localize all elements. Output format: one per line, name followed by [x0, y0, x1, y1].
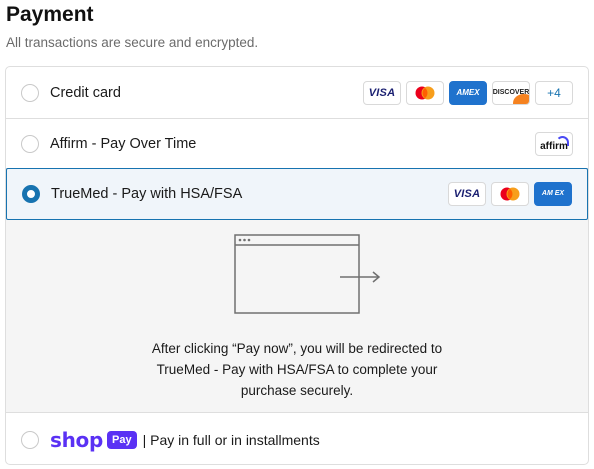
redirect-message: After clicking “Pay now”, you will be re… — [151, 341, 443, 398]
payment-option-truemed[interactable]: TrueMed - Pay with HSA/FSA VISA AM EX — [6, 168, 588, 220]
page-title: Payment — [6, 3, 94, 26]
payment-option-affirm[interactable]: Affirm - Pay Over Time affirm — [6, 119, 588, 169]
truemed-radio[interactable] — [22, 185, 40, 203]
payment-option-shop-pay[interactable]: shop Pay | Pay in full or in installment… — [6, 413, 588, 464]
affirm-label: Affirm - Pay Over Time — [50, 135, 197, 152]
truemed-label: TrueMed - Pay with HSA/FSA — [51, 186, 243, 202]
truemed-card-brands: VISA AM EX — [448, 182, 572, 206]
mastercard-icon — [491, 182, 529, 206]
truemed-redirect-panel: After clicking “Pay now”, you will be re… — [6, 220, 588, 413]
more-cards-badge: +4 — [535, 80, 573, 105]
credit-card-brands: VISA AMEX DISCOVER +4 — [363, 80, 573, 105]
browser-redirect-icon — [234, 234, 381, 314]
payment-option-credit-card[interactable]: Credit card VISA AMEX DISCOVER +4 — [6, 67, 588, 119]
shop-wordmark: shop — [50, 427, 103, 452]
visa-icon: VISA — [448, 182, 486, 206]
affirm-radio[interactable] — [21, 134, 39, 153]
amex-icon: AM EX — [534, 182, 572, 206]
payment-methods-list: Credit card VISA AMEX DISCOVER +4 Affirm… — [5, 66, 589, 465]
discover-icon: DISCOVER — [492, 80, 530, 105]
visa-icon: VISA — [363, 80, 401, 105]
affirm-logo-icon: affirm — [535, 131, 573, 156]
shop-pay-badge: Pay — [107, 430, 137, 449]
amex-icon: AMEX — [449, 80, 487, 105]
mastercard-icon — [406, 80, 444, 105]
credit-card-label: Credit card — [50, 84, 121, 101]
shop-pay-logo: shop Pay | Pay in full or in installment… — [50, 428, 320, 452]
shop-pay-label: | Pay in full or in installments — [142, 431, 320, 448]
shop-pay-radio[interactable] — [21, 430, 39, 449]
credit-card-radio[interactable] — [21, 83, 39, 102]
page-subtitle: All transactions are secure and encrypte… — [6, 35, 259, 50]
